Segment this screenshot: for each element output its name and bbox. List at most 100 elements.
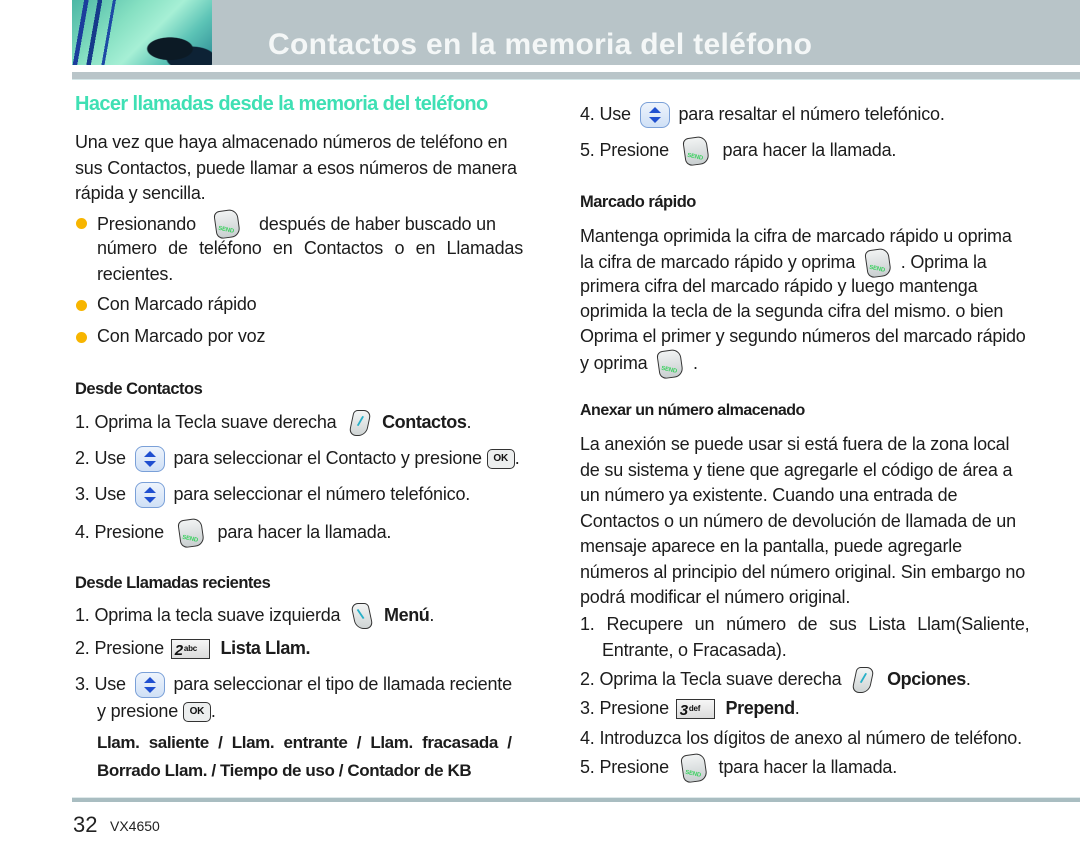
step-text: Oprima la Tecla suave derecha [94,412,337,432]
ok-key-icon: OK [182,702,211,723]
model-name: VX4650 [110,818,160,834]
send-key-icon [681,135,710,167]
anexar-paragraph: La anexión se puede usar si está fuera d… [580,434,1026,607]
bullet-item: Con Marcado por voz [97,326,266,346]
step-pre: y presione [97,701,179,721]
left-soft-key-icon [350,603,374,630]
step-bold: Opciones [887,669,966,689]
paragraph-text: la cifra de marcado rápido y oprima [580,251,856,272]
send-key-icon [679,752,708,784]
step-end: . [210,701,216,721]
call-list-options: Llam. saliente / Llam. entrante / Llam. … [97,733,512,752]
step-item: 4. Introduzca los dígitos de anexo al nú… [580,726,1022,751]
paragraph-line: primera cifra del marcado rápido y luego… [580,276,978,296]
bullet-icon [76,332,87,343]
key-letters: abc [183,644,198,654]
navigation-key-icon [134,446,165,473]
step-number: 3. [580,698,595,718]
step-number: 4. [75,521,90,542]
step-bold: Contactos [382,412,467,432]
step-pre: Use [599,104,631,124]
page-number: 32 [73,812,98,837]
step-number: 2. [580,669,595,689]
send-key-icon [656,348,685,380]
bullet-item-send: Presionando después de haber buscado un [97,208,523,240]
step-bold: Lista Llam. [220,638,311,658]
subsection-title: Desde Llamadas recientes [75,574,271,592]
paragraph-line: oprimida la tecla de la segunda cifra de… [580,301,1004,321]
step-text: para seleccionar el tipo de llamada reci… [173,674,512,694]
step-item: 5. Presione tpara hacer la llamada. [580,752,898,784]
step-text: Recupere un número de sus Lista Llam(Sal… [606,614,1030,634]
navigation-key-icon [134,672,165,699]
paragraph-line: Mantenga oprimida la cifra de marcado rá… [580,226,1012,246]
step-number: 3. [75,484,90,504]
subsection-title: Anexar un número almacenado [580,402,805,419]
bullet-icon [76,300,87,311]
bullet-text: Presionando [97,213,196,234]
step-pre: Presione [94,638,164,658]
navigation-key-icon [134,482,165,509]
paragraph-line: Oprima el primer y segundo números del m… [580,326,1026,346]
right-soft-key-icon [348,410,373,437]
bullet-text-after: después de haber buscado un [259,212,523,237]
header-photo [72,0,212,65]
send-key-icon [213,208,242,240]
step-number: 4. [580,728,595,748]
step-item: 1. Oprima la Tecla suave derecha Contact… [75,410,472,437]
step-item: 4. Presione para hacer la llamada. [75,517,391,549]
bullet-item: Con Marcado rápido [97,294,257,314]
step-item: 2. Presione 2abc Lista Llam. [75,636,311,661]
paragraph-text: . Oprima la [900,251,987,272]
intro-paragraph: Una vez que haya almacenado números de t… [75,132,517,203]
step-pre: Use [94,484,126,504]
step-pre: Presione [94,521,164,542]
step-pre: Presione [599,698,669,718]
step-number: 5. [580,139,595,160]
key-digit: 3 [679,702,688,720]
step-item-cont: Entrante, o Fracasada). [602,640,787,660]
step-item-cont: y presione OK. [97,699,216,724]
step-item: 4. Use para resaltar el número telefónic… [580,102,945,129]
subsection-title: Desde Contactos [75,380,203,398]
step-text: para hacer la llamada. [722,139,897,160]
step-bold: Menú [384,605,430,625]
step-item: 1. Recupere un número de sus Lista Llam(… [580,612,1030,637]
header-divider [72,65,1080,72]
footer-divider [72,797,1080,802]
page-title: Contactos en la memoria del teléfono [268,28,813,61]
step-item: 2. Use para seleccionar el Contacto y pr… [75,446,520,473]
step-text: para resaltar el número telefónico. [678,104,945,124]
step-number: 1. [75,412,90,432]
step-text: Oprima la Tecla suave derecha [599,669,842,689]
step-end: . [429,605,435,625]
call-list-options: Borrado Llam. / Tiempo de uso / Contador… [97,761,472,780]
key-3def-icon: 3def [675,699,715,720]
section-title: Hacer llamadas desde la memoria del telé… [75,93,488,115]
step-number: 1. [75,605,90,625]
step-text: tpara hacer la llamada. [718,756,898,777]
ok-key-icon: OK [486,449,515,470]
step-bold: Prepend [725,698,796,718]
bullet-icon [76,218,87,229]
step-number: 3. [75,674,90,694]
paragraph-text: . [693,352,698,373]
step-item: 3. Use para seleccionar el tipo de llama… [75,672,512,699]
step-text: para seleccionar el número telefónico. [173,484,471,504]
right-soft-key-icon [851,667,876,694]
key-digit: 2 [174,642,183,660]
step-number: 1. [580,614,595,634]
bullet-text-cont: número de teléfono en Contactos o en Lla… [97,238,523,284]
step-pre: Presione [599,139,669,160]
send-key-icon [176,517,205,549]
step-pre: Use [94,448,126,468]
step-text: para seleccionar el Contacto y presione [173,448,482,468]
step-end: . [514,448,520,468]
step-number: 2. [75,638,90,658]
step-number: 5. [580,756,595,777]
step-end: . [466,412,472,432]
step-pre: Use [94,674,126,694]
step-item: 2. Oprima la Tecla suave derecha Opcione… [580,667,971,694]
paragraph-line: la cifra de marcado rápido y oprima . Op… [580,247,987,279]
bullet-text-after-value: después de haber buscado un [259,213,496,234]
